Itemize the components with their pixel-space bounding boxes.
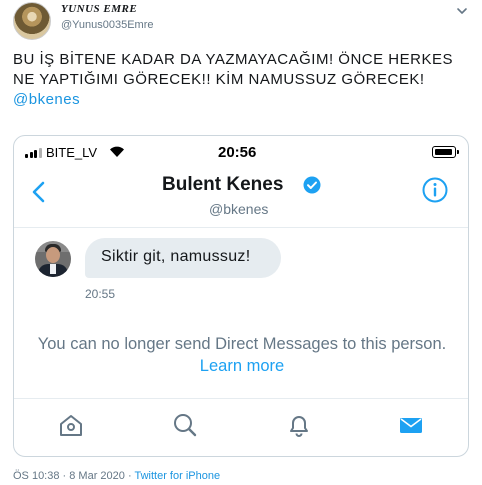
bell-icon[interactable]	[286, 412, 312, 438]
signal-icon	[25, 148, 42, 158]
phone-status-bar: BITE_LV 20:56	[14, 136, 468, 168]
chevron-down-icon[interactable]	[455, 4, 469, 18]
status-time: 20:56	[218, 144, 257, 161]
contact-handle: @bkenes	[209, 201, 269, 217]
wifi-icon	[110, 146, 124, 157]
notice-text: You can no longer send Direct Messages t…	[37, 335, 447, 353]
mention-link[interactable]: @bkenes	[13, 91, 80, 108]
carrier-label: BITE_LV	[46, 145, 98, 160]
tweet-timestamp[interactable]: ÖS 10:38 · 8 Mar 2020 ·	[13, 470, 134, 482]
sender-avatar[interactable]	[35, 241, 71, 277]
message-bubble[interactable]: Siktir git, namussuz!	[85, 238, 281, 278]
tweet-text: BU İŞ BİTENE KADAR DA YAZMAYACAĞIM! ÖNCE…	[13, 50, 468, 110]
mail-icon[interactable]	[398, 412, 424, 438]
author-name[interactable]: YUNUS EMRE	[61, 3, 137, 15]
tweet-body: BU İŞ BİTENE KADAR DA YAZMAYACAĞIM! ÖNCE…	[13, 51, 453, 88]
home-icon[interactable]	[58, 412, 84, 438]
learn-more-link[interactable]: Learn more	[200, 357, 284, 375]
search-icon[interactable]	[172, 412, 198, 438]
author-handle[interactable]: @Yunus0035Emre	[61, 19, 154, 31]
verified-badge-icon	[303, 176, 321, 194]
dm-header: Bulent Kenes @bkenes	[14, 168, 468, 228]
tweet: YUNUS EMRE @Yunus0035Emre BU İŞ BİTENE K…	[0, 0, 482, 485]
tweet-image[interactable]: BITE_LV 20:56 Bulent Kenes @bkenes Sikti…	[13, 135, 469, 457]
tweet-source[interactable]: Twitter for iPhone	[134, 470, 220, 482]
contact-name: Bulent Kenes	[162, 174, 284, 195]
author-avatar[interactable]	[13, 2, 51, 40]
tweet-footer: ÖS 10:38 · 8 Mar 2020 · Twitter for iPho…	[13, 470, 220, 482]
message-time: 20:55	[85, 287, 116, 301]
info-icon[interactable]	[422, 177, 448, 203]
tab-bar	[14, 398, 468, 456]
back-arrow-icon[interactable]	[29, 180, 49, 204]
battery-icon	[432, 146, 459, 158]
message-text: Siktir git, namussuz!	[101, 248, 251, 265]
dm-blocked-notice: You can no longer send Direct Messages t…	[34, 333, 450, 377]
